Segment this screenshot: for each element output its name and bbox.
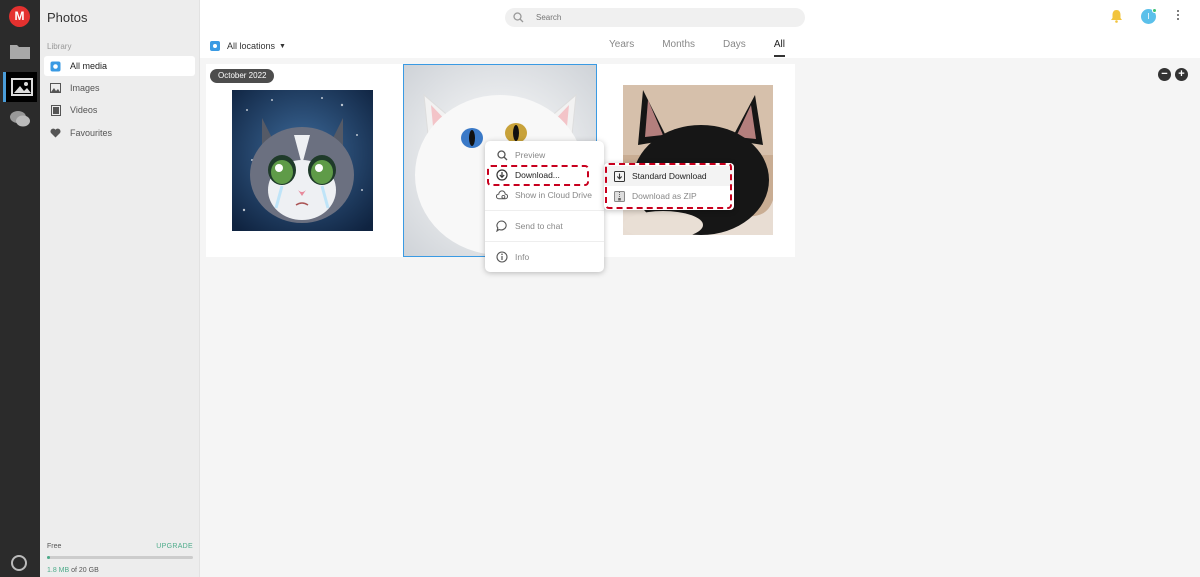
view-tabs: Years Months Days All: [609, 39, 785, 57]
location-selector[interactable]: All locations ▼: [210, 41, 286, 51]
user-avatar[interactable]: I: [1141, 8, 1157, 24]
photo-context-menu: Preview Download... Show in Cloud Drive …: [485, 141, 604, 272]
menu-divider: [485, 210, 604, 211]
download-box-icon: [614, 170, 625, 182]
online-status-dot: [1152, 8, 1157, 13]
upgrade-link[interactable]: UPGRADE: [156, 543, 193, 550]
camera-icon: [210, 41, 220, 51]
date-group-badge: October 2022: [210, 69, 275, 83]
submenu-item-download-as-zip[interactable]: Download as ZIP: [604, 186, 734, 206]
sidebar-item-label: Videos: [70, 105, 98, 115]
sidebar-item-label: Favourites: [70, 128, 113, 138]
plan-label: Free: [47, 543, 62, 550]
tab-all[interactable]: All: [773, 39, 785, 57]
zoom-out-button[interactable]: −: [1158, 68, 1171, 81]
chat-rail-button[interactable]: [3, 104, 37, 134]
sidebar-item-videos[interactable]: Videos: [44, 100, 195, 120]
storage-usage-fill: [47, 556, 50, 559]
sidebar-item-label: Images: [70, 83, 100, 93]
search-input[interactable]: [536, 13, 646, 22]
photos-sidebar: Photos Library All media Images Videos F…: [40, 0, 200, 577]
storage-usage-bar: [47, 556, 193, 559]
heart-icon: [50, 128, 61, 139]
sidebar-item-all-media[interactable]: All media: [44, 56, 195, 76]
tab-months[interactable]: Months: [662, 39, 695, 57]
folder-icon: [10, 45, 30, 59]
top-bar: I All locations ▼ Years Months Days All: [200, 0, 1200, 58]
more-options-kebab-icon[interactable]: [1177, 10, 1181, 22]
zip-icon: [614, 190, 625, 202]
menu-item-send-to-chat[interactable]: Send to chat: [485, 216, 604, 236]
black-cat-image: [623, 85, 773, 235]
download-circle-icon: [496, 169, 508, 181]
photo-thumbnail-1[interactable]: [232, 90, 373, 231]
search-bar[interactable]: [505, 8, 805, 27]
cloud-drive-rail-button[interactable]: [3, 36, 37, 66]
library-section-label: Library: [47, 42, 72, 51]
tab-days[interactable]: Days: [723, 39, 746, 57]
cloud-search-icon: [496, 189, 508, 201]
download-submenu: Standard Download Download as ZIP: [604, 163, 734, 210]
menu-divider: [485, 241, 604, 242]
storage-usage-text: 1.8 MB of 20 GB: [47, 567, 99, 574]
zoom-controls: − +: [1158, 68, 1192, 81]
location-selector-label: All locations: [227, 41, 276, 51]
storage-quota: Free UPGRADE 1.8 MB of 20 GB: [47, 543, 193, 574]
menu-item-info[interactable]: Info: [485, 247, 604, 267]
page-title: Photos: [47, 10, 88, 25]
magnifier-icon: [496, 149, 508, 161]
image-icon: [50, 83, 61, 94]
photos-rail-button[interactable]: [3, 72, 37, 102]
photo-thumbnail-3[interactable]: [623, 85, 773, 235]
menu-item-show-in-cloud-drive[interactable]: Show in Cloud Drive: [485, 185, 604, 205]
mega-logo[interactable]: M: [9, 6, 30, 27]
tab-years[interactable]: Years: [609, 39, 634, 57]
notifications-bell-icon[interactable]: [1110, 9, 1123, 26]
video-icon: [50, 104, 61, 116]
kitten-illustration-image: [232, 90, 373, 231]
sidebar-item-label: All media: [70, 61, 108, 71]
menu-item-preview[interactable]: Preview: [485, 145, 604, 165]
menu-item-download[interactable]: Download...: [485, 165, 604, 185]
info-icon: [496, 251, 508, 263]
camera-icon: [50, 61, 61, 72]
chevron-down-icon: ▼: [279, 42, 286, 50]
sidebar-item-favourites[interactable]: Favourites: [44, 123, 195, 143]
chat-icon: [496, 220, 508, 232]
submenu-item-standard-download[interactable]: Standard Download: [604, 166, 734, 186]
zoom-in-button[interactable]: +: [1175, 68, 1188, 81]
photos-icon: [10, 78, 33, 96]
account-status-icon[interactable]: [11, 555, 27, 571]
sidebar-item-images[interactable]: Images: [44, 78, 195, 98]
app-rail: M: [0, 0, 40, 577]
search-icon: [513, 12, 524, 23]
chat-bubbles-icon: [10, 111, 30, 127]
